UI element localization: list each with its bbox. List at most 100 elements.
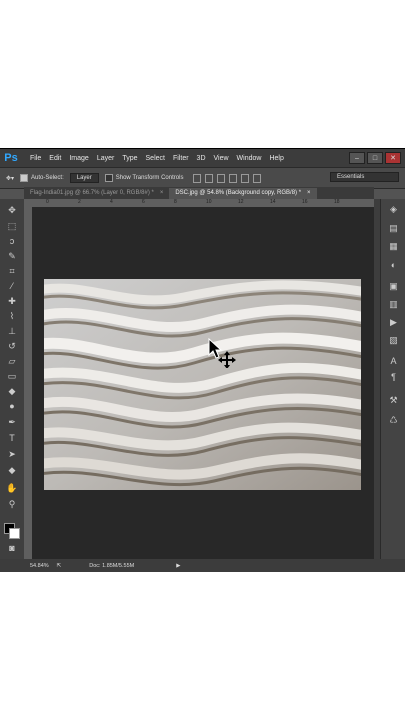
close-button[interactable]: ✕: [385, 152, 401, 164]
paths-icon[interactable]: ▦: [388, 241, 399, 252]
eyedropper-icon[interactable]: ⁄: [6, 281, 18, 291]
tab-label: DSC.jpg @ 54.8% (Background copy, RGB/8)…: [175, 190, 302, 196]
status-menu-arrow[interactable]: ▶: [176, 563, 180, 569]
ps-logo: Ps: [4, 152, 18, 164]
show-transform-checkbox[interactable]: [104, 174, 113, 182]
zoom-icon[interactable]: ⚲: [6, 499, 18, 509]
ruler-tick: 14: [270, 199, 276, 205]
tab-close-icon[interactable]: ×: [160, 190, 164, 196]
move-icon[interactable]: ✥: [6, 205, 18, 215]
tab-flag-india[interactable]: Flag-India01.jpg @ 66.7% (Layer 0, RGB/8…: [24, 188, 169, 199]
frame-bottom: [0, 572, 405, 720]
move-cursor-icon: [208, 338, 236, 368]
background-color-swatch[interactable]: [9, 528, 20, 539]
menu-layer[interactable]: Layer: [93, 155, 119, 162]
styles-icon[interactable]: ▣: [388, 281, 399, 292]
align-top-icon[interactable]: [193, 173, 202, 183]
menu-view[interactable]: View: [210, 155, 233, 162]
align-middle-icon[interactable]: [205, 173, 214, 183]
status-bar: 54.84% ⇱ Doc: 1.85M/5.55M ▶: [0, 559, 405, 572]
menu-3d[interactable]: 3D: [193, 155, 210, 162]
ruler-tick: 10: [206, 199, 212, 205]
history-icon[interactable]: ▥: [388, 299, 399, 310]
photoshop-window: Ps File Edit Image Layer Type Select Fil…: [0, 149, 405, 572]
menu-help[interactable]: Help: [265, 155, 287, 162]
show-transform-label: Show Transform Controls: [115, 175, 184, 181]
maximize-button[interactable]: □: [367, 152, 383, 164]
tool-presets-icon[interactable]: ⚒: [388, 395, 399, 406]
panel-dock: ◈ ▤ ▦ ◐ ▣ ▥ ▶ ▧ A ¶ ⚒ ♺: [380, 199, 405, 565]
quick-select-icon[interactable]: ✎: [6, 251, 18, 261]
workspace-switcher[interactable]: Essentials: [330, 172, 399, 182]
frame-top: [0, 0, 405, 148]
ruler-tick: 18: [334, 199, 340, 205]
ruler-tick: 2: [78, 199, 81, 205]
doc-size: Doc: 1.85M/5.55M: [89, 562, 135, 569]
menu-type[interactable]: Type: [118, 155, 141, 162]
paragraph-icon[interactable]: ¶: [388, 371, 399, 382]
clone-stamp-icon[interactable]: ⊥: [6, 326, 18, 336]
align-center-icon[interactable]: [241, 173, 250, 183]
align-left-icon[interactable]: [229, 173, 238, 183]
ruler-tick: 12: [238, 199, 244, 205]
show-transform-toggle[interactable]: Show Transform Controls: [104, 174, 184, 182]
crop-icon[interactable]: ⌗: [6, 266, 18, 276]
align-right-icon[interactable]: [253, 173, 262, 183]
lasso-icon[interactable]: ↄ: [6, 236, 18, 246]
options-bar: ✥▾ Auto-Select: Layer Show Transform Con…: [0, 167, 405, 189]
layers-icon[interactable]: ◈: [388, 204, 399, 215]
clone-source-icon[interactable]: ♺: [388, 415, 399, 426]
healing-icon[interactable]: ✚: [6, 296, 18, 306]
auto-select-toggle[interactable]: Auto-Select:: [20, 174, 64, 182]
menu-select[interactable]: Select: [142, 155, 169, 162]
align-bottom-icon[interactable]: [217, 173, 226, 183]
pen-icon[interactable]: ✒: [6, 417, 18, 427]
properties-icon[interactable]: ▧: [388, 335, 399, 346]
gradient-icon[interactable]: ▭: [6, 371, 18, 381]
auto-select-dropdown[interactable]: Layer: [69, 173, 99, 183]
eraser-icon[interactable]: ▱: [6, 356, 18, 366]
document-tabs: Flag-India01.jpg @ 66.7% (Layer 0, RGB/8…: [24, 187, 374, 199]
auto-select-label: Auto-Select:: [31, 175, 64, 181]
ruler-tick: 6: [142, 199, 145, 205]
menu-image[interactable]: Image: [65, 155, 92, 162]
menu-filter[interactable]: Filter: [169, 155, 193, 162]
dodge-icon[interactable]: ●: [6, 401, 18, 411]
window-controls: – □ ✕: [349, 152, 401, 164]
shape-icon[interactable]: ◆: [6, 465, 18, 475]
workspace-label: Essentials: [337, 174, 365, 180]
marquee-icon[interactable]: ⬚: [6, 221, 18, 231]
move-icon: ✥▾: [6, 175, 15, 182]
menu-bar: Ps File Edit Image Layer Type Select Fil…: [0, 149, 405, 167]
auto-select-checkbox[interactable]: [20, 174, 29, 182]
toolbox: ✥ ⬚ ↄ ✎ ⌗ ⁄ ✚ ⌇ ⊥ ↺ ▱ ▭ ◆ ● ✒ T ➤ ◆ ✋ ⚲ …: [0, 199, 25, 565]
hand-icon[interactable]: ✋: [6, 483, 18, 493]
character-icon[interactable]: A: [388, 355, 399, 366]
ruler-tick: 16: [302, 199, 308, 205]
tab-close-icon[interactable]: ×: [307, 190, 311, 196]
wavy-wall-image: [44, 279, 361, 490]
ruler-tick: 0: [46, 199, 49, 205]
path-select-icon[interactable]: ➤: [6, 449, 18, 459]
actions-icon[interactable]: ▶: [388, 317, 399, 328]
minimize-button[interactable]: –: [349, 152, 365, 164]
quick-mask-icon[interactable]: ◙: [6, 543, 18, 553]
export-icon[interactable]: ⇱: [57, 563, 62, 569]
history-brush-icon[interactable]: ↺: [6, 341, 18, 351]
adjustments-icon[interactable]: ◐: [388, 259, 399, 270]
tab-dsc[interactable]: DSC.jpg @ 54.8% (Background copy, RGB/8)…: [169, 188, 317, 199]
menu-file[interactable]: File: [26, 155, 45, 162]
brush-icon[interactable]: ⌇: [6, 311, 18, 321]
tab-label: Flag-India01.jpg @ 66.7% (Layer 0, RGB/8…: [30, 190, 154, 196]
blur-icon[interactable]: ◆: [6, 386, 18, 396]
menu-edit[interactable]: Edit: [45, 155, 65, 162]
document-image[interactable]: [44, 279, 361, 490]
ruler-tick: 4: [110, 199, 113, 205]
canvas-area[interactable]: [32, 207, 374, 565]
zoom-level[interactable]: 54.84%: [30, 563, 49, 569]
type-icon[interactable]: T: [6, 433, 18, 443]
menu-window[interactable]: Window: [233, 155, 266, 162]
align-buttons: [193, 173, 262, 183]
move-tool-preset[interactable]: ✥▾: [6, 175, 14, 182]
channels-icon[interactable]: ▤: [388, 223, 399, 234]
